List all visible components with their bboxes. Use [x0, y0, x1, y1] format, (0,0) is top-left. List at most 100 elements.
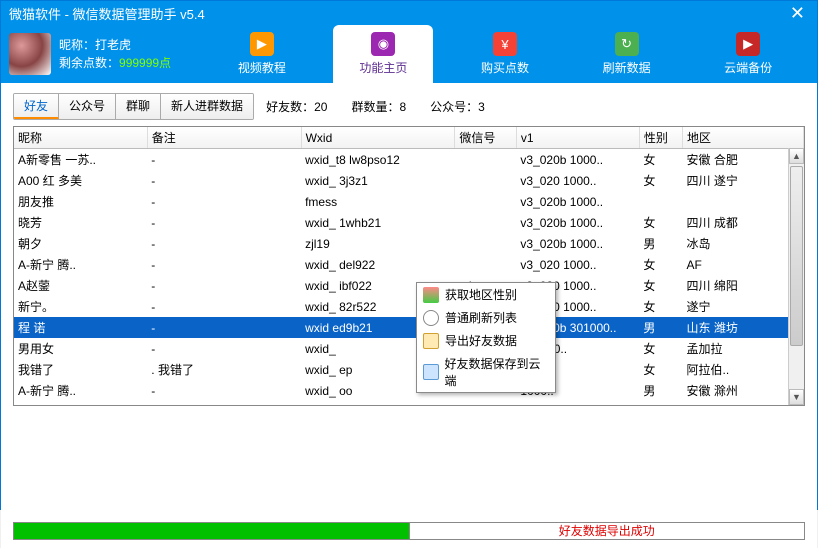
cell-sex: 男 — [639, 380, 682, 401]
table-row[interactable]: A赵蓥 -wxid_ ibf022zrl..v3_020 1000..女四川 绵… — [14, 275, 804, 296]
chart-icon — [423, 287, 439, 303]
cell-v1: v3_020 1000.. — [516, 170, 639, 191]
ctx-item[interactable]: 普通刷新列表 — [417, 306, 555, 329]
scroll-down-icon[interactable]: ▼ — [789, 389, 804, 405]
zoom-icon — [423, 310, 439, 326]
table-row[interactable]: 朋友推 -fmessv3_020b 1000.. — [14, 191, 804, 212]
cell-region: 四川 遂宁 — [682, 170, 803, 191]
close-icon[interactable]: ✕ — [786, 4, 809, 22]
ctx-item[interactable]: 好友数据保存到云端 — [417, 352, 555, 392]
cell-remark: - — [147, 338, 301, 359]
cell-remark: - — [147, 275, 301, 296]
vertical-scrollbar[interactable]: ▲ ▼ — [788, 148, 804, 405]
friends-count: 20 — [314, 100, 327, 114]
cell-remark: - — [147, 380, 301, 401]
ctx-label: 普通刷新列表 — [445, 309, 517, 326]
cell-remark: - — [147, 296, 301, 317]
cell-nick: 程 诺 — [14, 317, 147, 338]
tab-群聊[interactable]: 群聊 — [116, 94, 161, 119]
cell-region: 安徽 滁州 — [682, 380, 803, 401]
cell-v1: v3_020 1000.. — [516, 254, 639, 275]
cell-wechat — [455, 191, 517, 212]
nav-icon: ◉ — [371, 32, 395, 56]
ctx-item[interactable]: 获取地区性别 — [417, 283, 555, 306]
scroll-thumb[interactable] — [790, 166, 803, 346]
table-row[interactable]: 晓芳-wxid_ 1whb21v3_020b 1000..女四川 成都 — [14, 212, 804, 233]
cell-sex: 女 — [639, 359, 682, 380]
ctx-label: 好友数据保存到云端 — [445, 355, 549, 389]
scroll-up-icon[interactable]: ▲ — [789, 148, 804, 164]
cell-sex — [639, 191, 682, 212]
col-header[interactable]: Wxid — [301, 127, 455, 149]
cell-remark: - — [147, 191, 301, 212]
table-row[interactable]: 程 诺-wxid ed9b21DLGv3_020b 301000..男山东 潍坊 — [14, 317, 804, 338]
tab-公众号[interactable]: 公众号 — [59, 94, 116, 119]
nav-label: 云端备份 — [724, 59, 772, 76]
table-row[interactable]: A-新宁 腾..-wxid_ oo 1000..男安徽 滁州 — [14, 380, 804, 401]
cell-wechat — [455, 233, 517, 254]
ctx-item[interactable]: 导出好友数据 — [417, 329, 555, 352]
cell-v1: v3_020b 1000.. — [516, 212, 639, 233]
cell-region: AF — [682, 254, 803, 275]
friends-count-label: 好友数： — [266, 100, 314, 114]
context-menu[interactable]: 获取地区性别普通刷新列表导出好友数据好友数据保存到云端 — [416, 282, 556, 393]
cell-sex: 女 — [639, 254, 682, 275]
cell-remark: - — [147, 149, 301, 171]
table-row[interactable]: 朝夕-zjl19v3_020b 1000..男冰岛 — [14, 233, 804, 254]
nav-item-云端备份[interactable]: ▶ 云端备份 — [698, 25, 798, 83]
header-row: 昵称备注Wxid微信号v1性别地区 — [14, 127, 804, 149]
tabs-row: 好友公众号群聊新人进群数据 好友数：20 群数量：8 公众号：3 — [13, 93, 805, 120]
col-header[interactable]: 性别 — [639, 127, 682, 149]
nav-item-视频教程[interactable]: ▶视频教程 — [212, 25, 312, 83]
body-area: 好友公众号群聊新人进群数据 好友数：20 群数量：8 公众号：3 昵称备注Wxi… — [1, 83, 817, 548]
table-row[interactable]: 男用女 -wxid_ 301000..女孟加拉 — [14, 338, 804, 359]
cell-wechat — [455, 254, 517, 275]
nav-icon: ▶ — [736, 32, 760, 56]
titlebar: 微猫软件 - 微信数据管理助手 v5.4 ✕ — [1, 1, 817, 25]
nick-label: 昵称： — [59, 38, 95, 52]
progress-bar — [14, 523, 410, 539]
cloud-icon — [423, 364, 439, 380]
points-value: 999999点 — [119, 56, 171, 70]
topbar: 昵称：打老虎 剩余点数：999999点 ▶视频教程◉功能主页¥购买点数↻刷新数据… — [1, 25, 817, 83]
points-label: 剩余点数： — [59, 56, 119, 70]
window-title: 微猫软件 - 微信数据管理助手 v5.4 — [9, 4, 786, 23]
table-row[interactable]: A00 红 多美-wxid_ 3j3z1v3_020 1000..女四川 遂宁 — [14, 170, 804, 191]
status-message: 好友数据导出成功 — [410, 523, 805, 539]
cell-wechat — [455, 170, 517, 191]
cell-sex: 女 — [639, 149, 682, 171]
cell-wechat — [455, 401, 517, 406]
nav-item-刷新数据[interactable]: ↻刷新数据 — [577, 25, 677, 83]
cell-nick: A-新宁 腾.. — [14, 380, 147, 401]
table-row[interactable]: 精准推 48..-wxid_ 41 1000..女埃及 — [14, 401, 804, 406]
tab-新人进群数据[interactable]: 新人进群数据 — [161, 94, 253, 119]
cell-remark: - — [147, 317, 301, 338]
table-row[interactable]: 新宁。-wxid_ 82r522v3_020 1000..女遂宁 — [14, 296, 804, 317]
cell-remark: . 我错了 — [147, 359, 301, 380]
cell-sex: 女 — [639, 170, 682, 191]
cell-region — [682, 191, 803, 212]
cell-remark: - — [147, 170, 301, 191]
cell-nick: A赵蓥 — [14, 275, 147, 296]
table-row[interactable]: A新零售 一苏..-wxid_t8 lw8pso12v3_020b 1000..… — [14, 149, 804, 171]
statusbar: 好友数据导出成功 — [13, 522, 805, 540]
cell-nick: 朋友推 — [14, 191, 147, 212]
table-row[interactable]: 我错了. 我错了wxid_ ep 1000..女阿拉伯.. — [14, 359, 804, 380]
nav-item-购买点数[interactable]: ¥购买点数 — [455, 25, 555, 83]
cell-nick: 朝夕 — [14, 233, 147, 254]
data-grid[interactable]: 昵称备注Wxid微信号v1性别地区 A新零售 一苏..-wxid_t8 lw8p… — [14, 127, 804, 406]
cell-nick: 男用女 — [14, 338, 147, 359]
cell-nick: 新宁。 — [14, 296, 147, 317]
tab-好友[interactable]: 好友 — [14, 94, 59, 119]
cell-region: 埃及 — [682, 401, 803, 406]
nav-items: ▶视频教程 ◉功能主页 ¥购买点数 ↻刷新数据 ▶ 云端备份 — [201, 25, 809, 83]
col-header[interactable]: 昵称 — [14, 127, 147, 149]
cell-region: 安徽 合肥 — [682, 149, 803, 171]
table-row[interactable]: A-新宁 腾..-wxid_ del922v3_020 1000..女AF — [14, 254, 804, 275]
col-header[interactable]: 微信号 — [455, 127, 517, 149]
col-header[interactable]: 备注 — [147, 127, 301, 149]
col-header[interactable]: 地区 — [682, 127, 803, 149]
nav-item-功能主页[interactable]: ◉功能主页 — [333, 25, 433, 83]
col-header[interactable]: v1 — [516, 127, 639, 149]
cell-sex: 男 — [639, 317, 682, 338]
